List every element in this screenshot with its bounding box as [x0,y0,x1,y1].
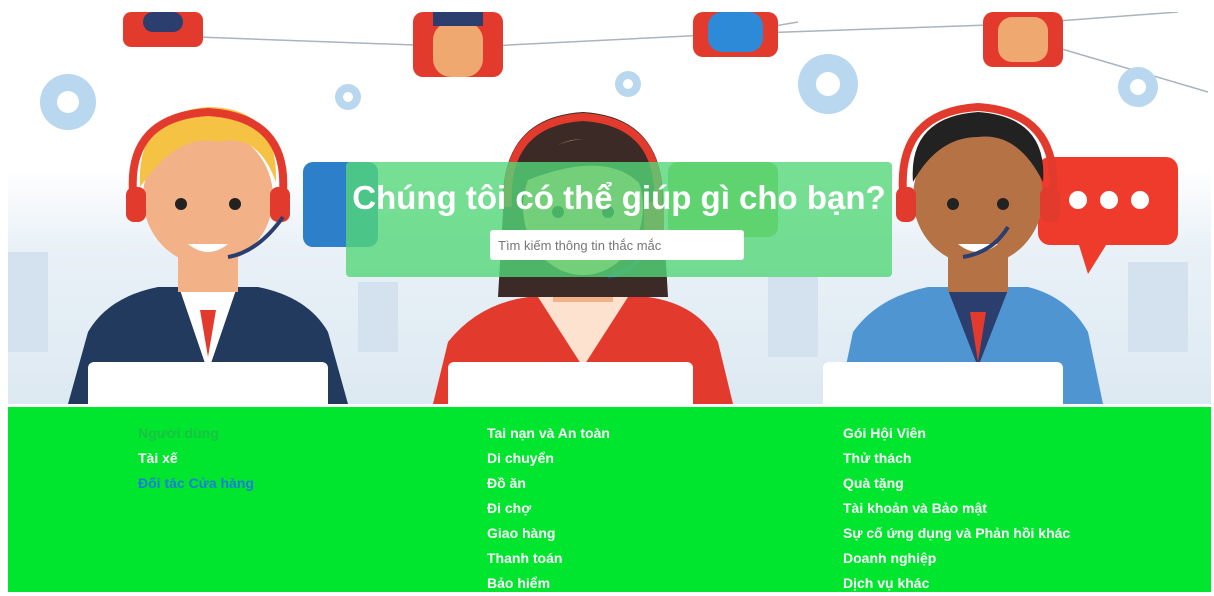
search-input[interactable] [490,230,744,260]
topic-qua-tang[interactable]: Quà tặng [843,471,1070,496]
topic-giao-hang[interactable]: Giao hàng [487,521,610,546]
topic-di-chuyen[interactable]: Di chuyển [487,446,610,471]
topic-tai-nan-an-toan[interactable]: Tai nạn và An toàn [487,421,610,446]
topic-thanh-toan[interactable]: Thanh toán [487,546,610,571]
page-title: Chúng tôi có thể giúp gì cho bạn? [352,179,886,216]
topic-thu-thach[interactable]: Thử thách [843,446,1070,471]
category-panel: Người dùng Tài xế Đối tác Cửa hàng Tai n… [8,407,1211,592]
topic-goi-hoi-vien[interactable]: Gói Hội Viên [843,421,1070,446]
topic-bao-hiem[interactable]: Bảo hiểm [487,571,610,596]
topic-su-co-ung-dung[interactable]: Sự cố ứng dụng và Phản hồi khác [843,521,1070,546]
topic-dich-vu-khac[interactable]: Dịch vụ khác [843,571,1070,596]
topic-list-2: Gói Hội Viên Thử thách Quà tặng Tài khoả… [843,421,1070,596]
user-type-doi-tac-cua-hang[interactable]: Đối tác Cửa hàng [138,471,254,496]
user-type-tai-xe[interactable]: Tài xế [138,446,254,471]
topic-tai-khoan-bao-mat[interactable]: Tài khoản và Bảo mật [843,496,1070,521]
topic-di-cho[interactable]: Đi chợ [487,496,610,521]
topic-doanh-nghiep[interactable]: Doanh nghiệp [843,546,1070,571]
user-type-nguoi-dung[interactable]: Người dùng [138,421,254,446]
help-search-box: Chúng tôi có thể giúp gì cho bạn? [346,162,892,277]
topic-list-1: Tai nạn và An toàn Di chuyển Đồ ăn Đi ch… [487,421,610,596]
topic-do-an[interactable]: Đồ ăn [487,471,610,496]
hero-banner: Chúng tôi có thể giúp gì cho bạn? [8,12,1211,404]
user-type-list: Người dùng Tài xế Đối tác Cửa hàng [138,421,254,496]
